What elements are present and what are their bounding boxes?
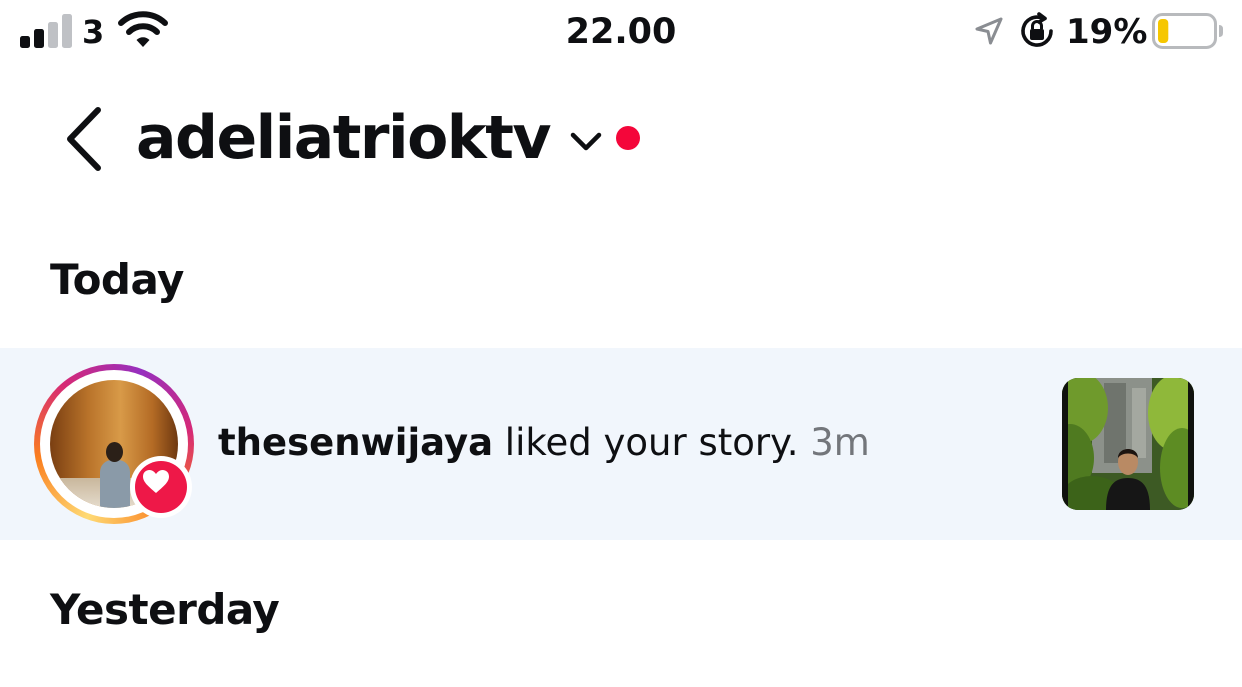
story-thumbnail[interactable] [1062,378,1194,510]
header: adeliatrioktv [0,80,1242,200]
chevron-left-icon [67,107,101,171]
notification-action: liked your story. [493,421,799,464]
signal-icon [20,14,72,48]
battery-percentage: 19% [1066,12,1148,52]
notification-row[interactable]: thesenwijaya liked your story. 3m [0,348,1242,540]
heart-icon [143,470,169,493]
status-time: 22.00 [565,12,677,52]
section-title-today: Today [50,255,184,304]
notification-time: 3m [810,421,870,464]
account-username: adeliatrioktv [136,103,552,173]
notification-text: thesenwijaya liked your story. 3m [218,420,870,466]
account-switcher-button[interactable]: adeliatrioktv [136,98,641,178]
wifi-icon [118,11,168,47]
status-bar: 3 22.00 19% [0,0,1242,64]
back-button[interactable] [52,104,116,174]
notification-username[interactable]: thesenwijaya [218,421,493,464]
rotation-lock-icon [1021,12,1053,47]
like-badge [130,456,192,518]
location-icon [975,17,1003,45]
chevron-down-icon [570,132,602,151]
unread-indicator-dot [616,126,641,150]
carrier-name: 3 [82,13,105,51]
story-ring[interactable] [34,364,194,524]
battery-icon [1152,13,1223,49]
section-title-yesterday: Yesterday [50,585,280,634]
